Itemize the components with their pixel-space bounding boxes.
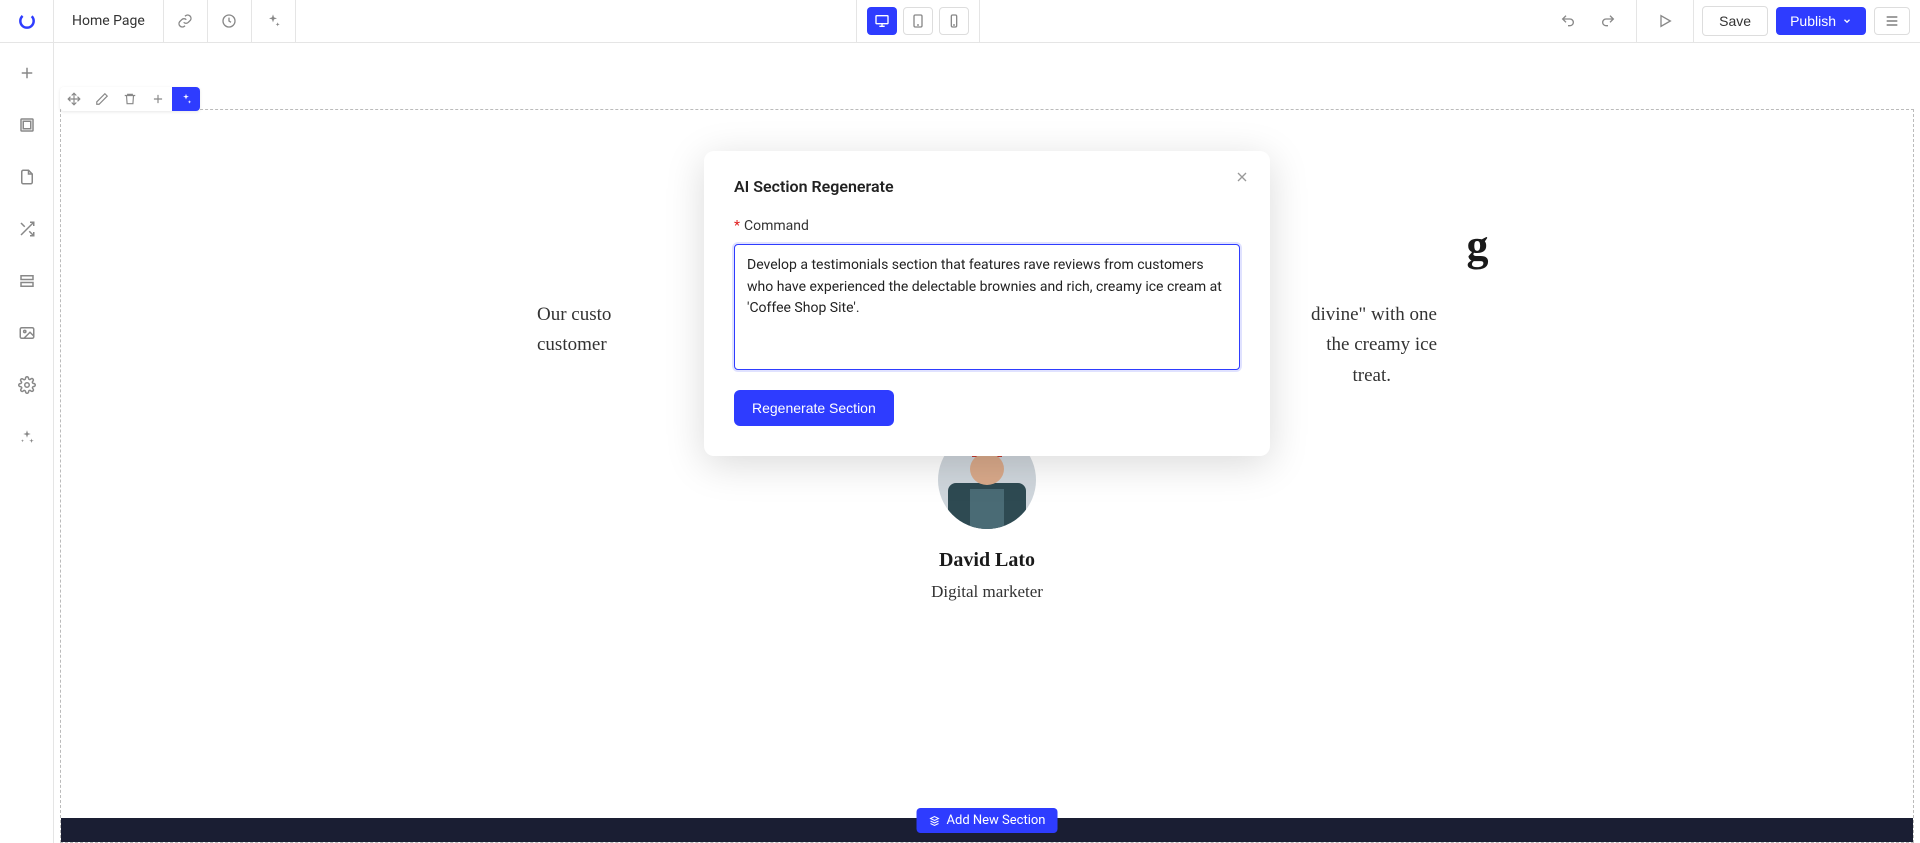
sections-button[interactable] (15, 113, 39, 137)
publish-label: Publish (1790, 13, 1836, 29)
menu-button[interactable] (1874, 7, 1910, 35)
command-label: *Command (734, 218, 1240, 234)
shuffle-button[interactable] (15, 217, 39, 241)
modal-title: AI Section Regenerate (734, 177, 1240, 196)
tablet-view-button[interactable] (903, 7, 933, 35)
regenerate-button[interactable]: Regenerate Section (734, 390, 894, 426)
device-switcher (856, 0, 980, 42)
modal-overlay: AI Section Regenerate *Command Regenerat… (54, 43, 1920, 843)
close-icon[interactable] (1230, 165, 1254, 189)
left-sidebar (0, 43, 54, 843)
command-textarea[interactable] (734, 244, 1240, 370)
app-logo[interactable] (0, 0, 54, 43)
save-button[interactable]: Save (1702, 6, 1768, 36)
settings-button[interactable] (15, 373, 39, 397)
layers-button[interactable] (15, 269, 39, 293)
media-button[interactable] (15, 321, 39, 345)
top-toolbar: Home Page Save Publish (0, 0, 1920, 43)
link-icon[interactable] (164, 0, 208, 43)
ai-button[interactable] (15, 425, 39, 449)
main-area: g Our custo divine" with one customer th… (0, 43, 1920, 843)
desktop-view-button[interactable] (867, 7, 897, 35)
pages-button[interactable] (15, 165, 39, 189)
add-element-button[interactable] (15, 61, 39, 85)
canvas[interactable]: g Our custo divine" with one customer th… (54, 43, 1920, 843)
undo-button[interactable] (1550, 3, 1586, 39)
clock-icon[interactable] (208, 0, 252, 43)
redo-button[interactable] (1590, 3, 1626, 39)
preview-button[interactable] (1647, 3, 1683, 39)
publish-button[interactable]: Publish (1776, 7, 1866, 35)
sparkle-icon[interactable] (252, 0, 296, 43)
ai-regenerate-modal: AI Section Regenerate *Command Regenerat… (704, 151, 1270, 456)
chevron-down-icon (1842, 16, 1852, 26)
mobile-view-button[interactable] (939, 7, 969, 35)
page-title[interactable]: Home Page (54, 0, 164, 42)
